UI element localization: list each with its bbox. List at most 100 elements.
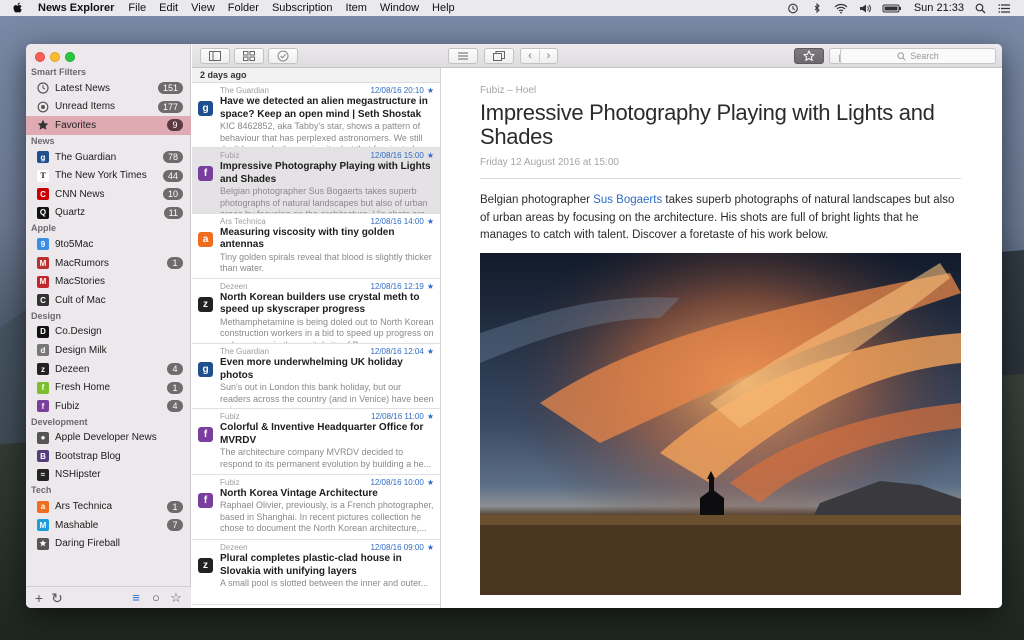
sidebar-item-label: Fresh Home	[55, 382, 111, 394]
menu-folder[interactable]: Folder	[228, 2, 259, 14]
toggle-sidebar-button[interactable]	[200, 48, 230, 64]
zoom-window-button[interactable]	[65, 52, 75, 62]
sidebar-item-fubiz[interactable]: f Fubiz 4	[26, 397, 191, 416]
sidebar-item-label: Favorites	[55, 119, 97, 131]
sidebar-item-label: The New York Times	[55, 170, 147, 182]
menu-subscription[interactable]: Subscription	[272, 2, 333, 14]
sidebar-item-label: Latest News	[55, 82, 111, 94]
sidebar-item-label: MacRumors	[55, 257, 109, 269]
article-row-date-text: 12/08/16 20:10	[370, 86, 424, 95]
filter-favorites-icon[interactable]: ☆	[169, 591, 183, 605]
article-row-title: Plural completes plastic-clad house in S…	[220, 553, 402, 577]
next-article-button[interactable]: ›	[539, 50, 557, 62]
sidebar-item-nshipster[interactable]: ≈ NSHipster	[26, 466, 191, 485]
close-window-button[interactable]	[35, 52, 45, 62]
menu-item[interactable]: Item	[346, 2, 367, 14]
sidebar-item-apple-developer-news[interactable]: ● Apple Developer News	[26, 429, 191, 448]
dezeen-icon: z	[37, 363, 49, 376]
article-row-date: 12/08/16 20:10 ★	[370, 86, 434, 96]
sidebar-item-latest-news[interactable]: Latest News 151	[26, 79, 191, 98]
unread-star-icon[interactable]: ★	[427, 543, 434, 552]
mark-read-button[interactable]	[268, 48, 298, 64]
unread-star-icon[interactable]: ★	[427, 282, 434, 291]
article-row[interactable]: g The Guardian 12/08/16 20:10 ★ Have we dete…	[192, 83, 440, 149]
grid-view-button[interactable]	[234, 48, 264, 64]
menu-view[interactable]: View	[191, 2, 215, 14]
article-row-date: 12/08/16 12:19 ★	[370, 282, 434, 292]
sidebar-item-fresh-home[interactable]: f Fresh Home 1	[26, 378, 191, 397]
sidebar-item-mashable[interactable]: M Mashable 7	[26, 516, 191, 535]
wifi-icon[interactable]	[834, 3, 848, 14]
article-row[interactable]: f Fubiz 12/08/16 11:00 ★ Colorful & Inventiv…	[192, 409, 440, 475]
unread-count-badge: 4	[167, 400, 183, 413]
menu-file[interactable]: File	[128, 2, 146, 14]
unread-star-icon[interactable]: ★	[427, 151, 434, 160]
unread-count-badge: 151	[157, 82, 183, 95]
article-row-summary: The architecture company MVRDV decided t…	[220, 447, 432, 469]
article-row[interactable]: a Ars Technica 12/08/16 14:00 ★ Measuring vi…	[192, 214, 440, 279]
sidebar-item-favorites[interactable]: Favorites 9	[26, 116, 191, 135]
ars-icon: a	[37, 500, 49, 513]
sidebar-item-macrumors[interactable]: M MacRumors 1	[26, 254, 191, 273]
article-row[interactable]: f Fubiz 12/08/16 10:00 ★ North Korea Vintage…	[192, 475, 440, 541]
refresh-icon[interactable]: ↻	[50, 591, 64, 605]
sidebar-item-cnn-news[interactable]: C CNN News 10	[26, 185, 191, 204]
menu-app-name[interactable]: News Explorer	[38, 2, 114, 14]
windows-icon	[493, 51, 505, 61]
filter-unread-icon[interactable]: ○	[149, 591, 163, 605]
article-row[interactable]: f Fubiz 12/08/16 15:00 ★ Impressive Photogra…	[192, 148, 440, 214]
article-row-date: 12/08/16 11:00 ★	[371, 412, 434, 422]
unread-count-badge: 44	[162, 169, 183, 182]
sidebar-item-macstories[interactable]: M MacStories	[26, 272, 191, 291]
article-row[interactable]: z Dezeen 12/08/16 12:19 ★ North Korean build…	[192, 279, 440, 345]
unread-star-icon[interactable]: ★	[427, 347, 434, 356]
sidebar-item-9to5mac[interactable]: 9 9to5Mac	[26, 235, 191, 254]
toolbar: ‹ › Search	[192, 44, 1002, 68]
bluetooth-icon[interactable]	[810, 2, 824, 14]
sidebar-item-ars-technica[interactable]: a Ars Technica 1	[26, 497, 191, 516]
sidebar-item-co-design[interactable]: D Co.Design	[26, 323, 191, 342]
minimize-window-button[interactable]	[50, 52, 60, 62]
sidebar-item-design-milk[interactable]: d Design Milk	[26, 341, 191, 360]
favorite-button[interactable]	[794, 48, 824, 64]
notification-center-icon[interactable]	[998, 3, 1012, 14]
menu-edit[interactable]: Edit	[159, 2, 178, 14]
spotlight-search-icon[interactable]	[974, 3, 988, 14]
unread-star-icon[interactable]: ★	[427, 217, 434, 226]
sidebar-item-unread-items[interactable]: Unread Items 177	[26, 98, 191, 117]
sidebar-item-the-guardian[interactable]: g The Guardian 78	[26, 148, 191, 167]
sidebar-item-bootstrap-blog[interactable]: B Bootstrap Blog	[26, 447, 191, 466]
unread-star-icon[interactable]: ★	[427, 412, 434, 421]
codesign-icon: D	[37, 325, 49, 338]
sidebar-item-daring-fireball[interactable]: ★ Daring Fireball	[26, 534, 191, 553]
open-in-browser-button[interactable]	[484, 48, 514, 64]
quartz-icon: Q	[37, 206, 49, 219]
sidebar-item-label: Unread Items	[55, 101, 116, 113]
sidebar-item-dezeen[interactable]: z Dezeen 4	[26, 360, 191, 379]
menubar-clock[interactable]: Sun 21:33	[914, 2, 964, 14]
sidebar-item-cult-of-mac[interactable]: C Cult of Mac	[26, 291, 191, 310]
unread-star-icon[interactable]: ★	[427, 86, 434, 95]
article-row[interactable]: g The Guardian 12/08/16 12:04 ★ Even more un…	[192, 344, 440, 410]
menu-help[interactable]: Help	[432, 2, 455, 14]
article-row-date-text: 12/08/16 12:19	[370, 281, 424, 291]
apple-menu-icon[interactable]	[12, 2, 24, 14]
source-logo-icon: z	[198, 558, 213, 574]
article-row-date-text: 12/08/16 10:00	[370, 477, 424, 487]
photographer-link[interactable]: Sus Bogaerts	[593, 194, 662, 206]
search-input[interactable]: Search	[840, 48, 996, 64]
menu-window[interactable]: Window	[380, 2, 419, 14]
previous-article-button[interactable]: ‹	[521, 50, 539, 62]
unread-star-icon[interactable]: ★	[427, 478, 434, 487]
window-controls	[35, 52, 80, 62]
time-machine-icon[interactable]	[786, 3, 800, 14]
unread-count-badge: 4	[167, 363, 183, 376]
sidebar-item-the-new-york-times[interactable]: T The New York Times 44	[26, 166, 191, 185]
volume-icon[interactable]	[858, 3, 872, 14]
filter-all-icon[interactable]: ≡	[129, 591, 143, 605]
reader-view-button[interactable]	[448, 48, 478, 64]
add-subscription-button[interactable]: +	[32, 591, 46, 605]
article-row[interactable]: z Dezeen 12/08/16 09:00 ★ Plural completes p…	[192, 540, 440, 606]
sidebar-item-quartz[interactable]: Q Quartz 11	[26, 204, 191, 223]
battery-icon[interactable]	[882, 3, 902, 14]
